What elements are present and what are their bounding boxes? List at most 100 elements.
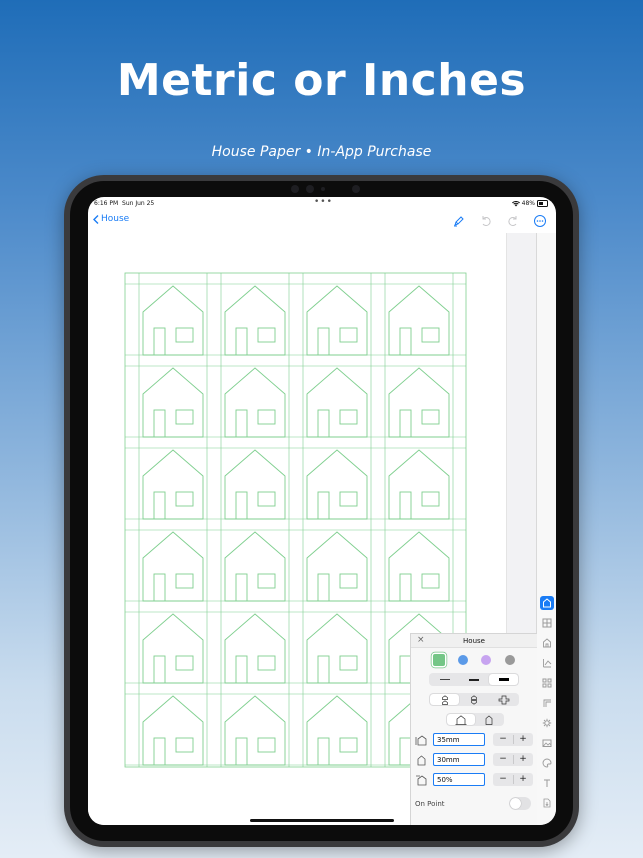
cross-icon — [498, 695, 509, 704]
roof-pitch-input[interactable]: 50% — [433, 773, 485, 786]
sensor-dot — [321, 187, 325, 191]
color-swatch-blue[interactable] — [458, 655, 468, 665]
house-outline — [306, 695, 368, 766]
home-indicator[interactable] — [250, 819, 394, 822]
house-door — [235, 491, 248, 520]
house-outline — [224, 531, 286, 602]
line-weight-thin[interactable] — [430, 674, 459, 685]
image-icon — [542, 739, 552, 747]
back-button[interactable]: House — [93, 214, 129, 224]
house-outline — [224, 449, 286, 520]
battery-icon — [537, 200, 548, 207]
grid-dots-icon — [542, 678, 552, 688]
house-window — [175, 655, 194, 671]
palette-tool-button[interactable] — [540, 756, 554, 770]
marker-icon[interactable] — [452, 214, 466, 228]
house-outline-tool-button[interactable] — [540, 636, 554, 650]
house-outline — [388, 531, 450, 602]
house-door — [153, 409, 166, 438]
house-window — [339, 491, 358, 507]
corner-icon — [543, 699, 551, 707]
color-swatch-purple[interactable] — [481, 655, 491, 665]
house-outline — [306, 449, 368, 520]
house-outline — [142, 449, 204, 520]
house-window — [339, 737, 358, 753]
line-weight-medium[interactable] — [459, 674, 488, 685]
house-door — [153, 655, 166, 684]
settings-tool-button[interactable] — [540, 716, 554, 730]
undo-icon[interactable] — [479, 214, 493, 228]
house-window — [421, 327, 440, 343]
color-swatch-green[interactable] — [433, 654, 445, 666]
house-window — [175, 409, 194, 425]
house-outline — [224, 613, 286, 684]
roof-pitch-increment-button[interactable]: + — [513, 773, 533, 786]
house-window — [257, 409, 276, 425]
house-window — [175, 491, 194, 507]
line-weight-thick[interactable] — [489, 674, 518, 685]
house-door — [235, 737, 248, 766]
on-point-label: On Point — [415, 800, 445, 808]
export-tool-button[interactable] — [540, 796, 554, 810]
color-swatch-gray[interactable] — [505, 655, 515, 665]
chart-icon — [543, 659, 552, 668]
house-outline — [224, 367, 286, 438]
house-settings-panel: × House 35mm − + 30mm − + 50% − + On Poi… — [410, 633, 537, 825]
house-wide-icon — [455, 714, 467, 725]
grid-dots-tool-button[interactable] — [540, 676, 554, 690]
house-outline — [306, 613, 368, 684]
navigation-bar: House — [88, 211, 556, 234]
wifi-icon — [511, 200, 520, 206]
text-tool-button[interactable] — [540, 776, 554, 790]
layout-mirror[interactable] — [459, 694, 488, 705]
sensor-dot — [291, 185, 299, 193]
shape-wide[interactable] — [447, 714, 475, 725]
width-increment-button[interactable]: + — [513, 733, 533, 746]
house-door — [399, 491, 412, 520]
height-input[interactable]: 30mm — [433, 753, 485, 766]
layout-selector — [429, 693, 519, 706]
house-icon — [543, 598, 551, 608]
shape-narrow[interactable] — [475, 714, 503, 725]
height-decrement-button[interactable]: − — [493, 753, 513, 766]
panel-title: House — [463, 637, 485, 645]
chart-tool-button[interactable] — [540, 656, 554, 670]
width-field-row: 35mm − + — [415, 733, 533, 747]
house-outline — [224, 285, 286, 356]
house-door — [399, 573, 412, 602]
house-window — [257, 327, 276, 343]
status-time-text: 6:16 PM — [94, 200, 119, 207]
house-outline — [142, 531, 204, 602]
image-tool-button[interactable] — [540, 736, 554, 750]
more-icon[interactable] — [533, 214, 547, 228]
width-input[interactable]: 35mm — [433, 733, 485, 746]
back-label: House — [101, 214, 130, 224]
house-shape-selector — [446, 713, 504, 726]
house-door — [153, 737, 166, 766]
house-window — [421, 409, 440, 425]
house-door — [399, 409, 412, 438]
status-time: 6:16 PM Sun Jun 25 — [94, 200, 154, 207]
house-outline — [306, 367, 368, 438]
layout-stack[interactable] — [430, 694, 459, 705]
redo-icon[interactable] — [506, 214, 520, 228]
corner-tool-button[interactable] — [540, 696, 554, 710]
gear-icon — [542, 718, 552, 728]
house-tool-button[interactable] — [540, 596, 554, 610]
multitask-dots[interactable]: ••• — [314, 197, 333, 207]
subheadline: House Paper • In-App Purchase — [211, 144, 432, 160]
layout-cross[interactable] — [489, 694, 518, 705]
headline: Metric or Inches — [116, 55, 527, 106]
house-door — [153, 573, 166, 602]
ipad-screen: 6:16 PM Sun Jun 25 ••• 48% House × House… — [88, 197, 556, 825]
house-door — [317, 327, 330, 356]
house-door — [235, 409, 248, 438]
house-door — [235, 573, 248, 602]
on-point-toggle[interactable] — [509, 797, 531, 810]
roof-pitch-decrement-button[interactable]: − — [493, 773, 513, 786]
grid-tool-button[interactable] — [540, 616, 554, 630]
house-outline-icon — [543, 638, 551, 648]
height-increment-button[interactable]: + — [513, 753, 533, 766]
house-outline — [142, 695, 204, 766]
width-decrement-button[interactable]: − — [493, 733, 513, 746]
